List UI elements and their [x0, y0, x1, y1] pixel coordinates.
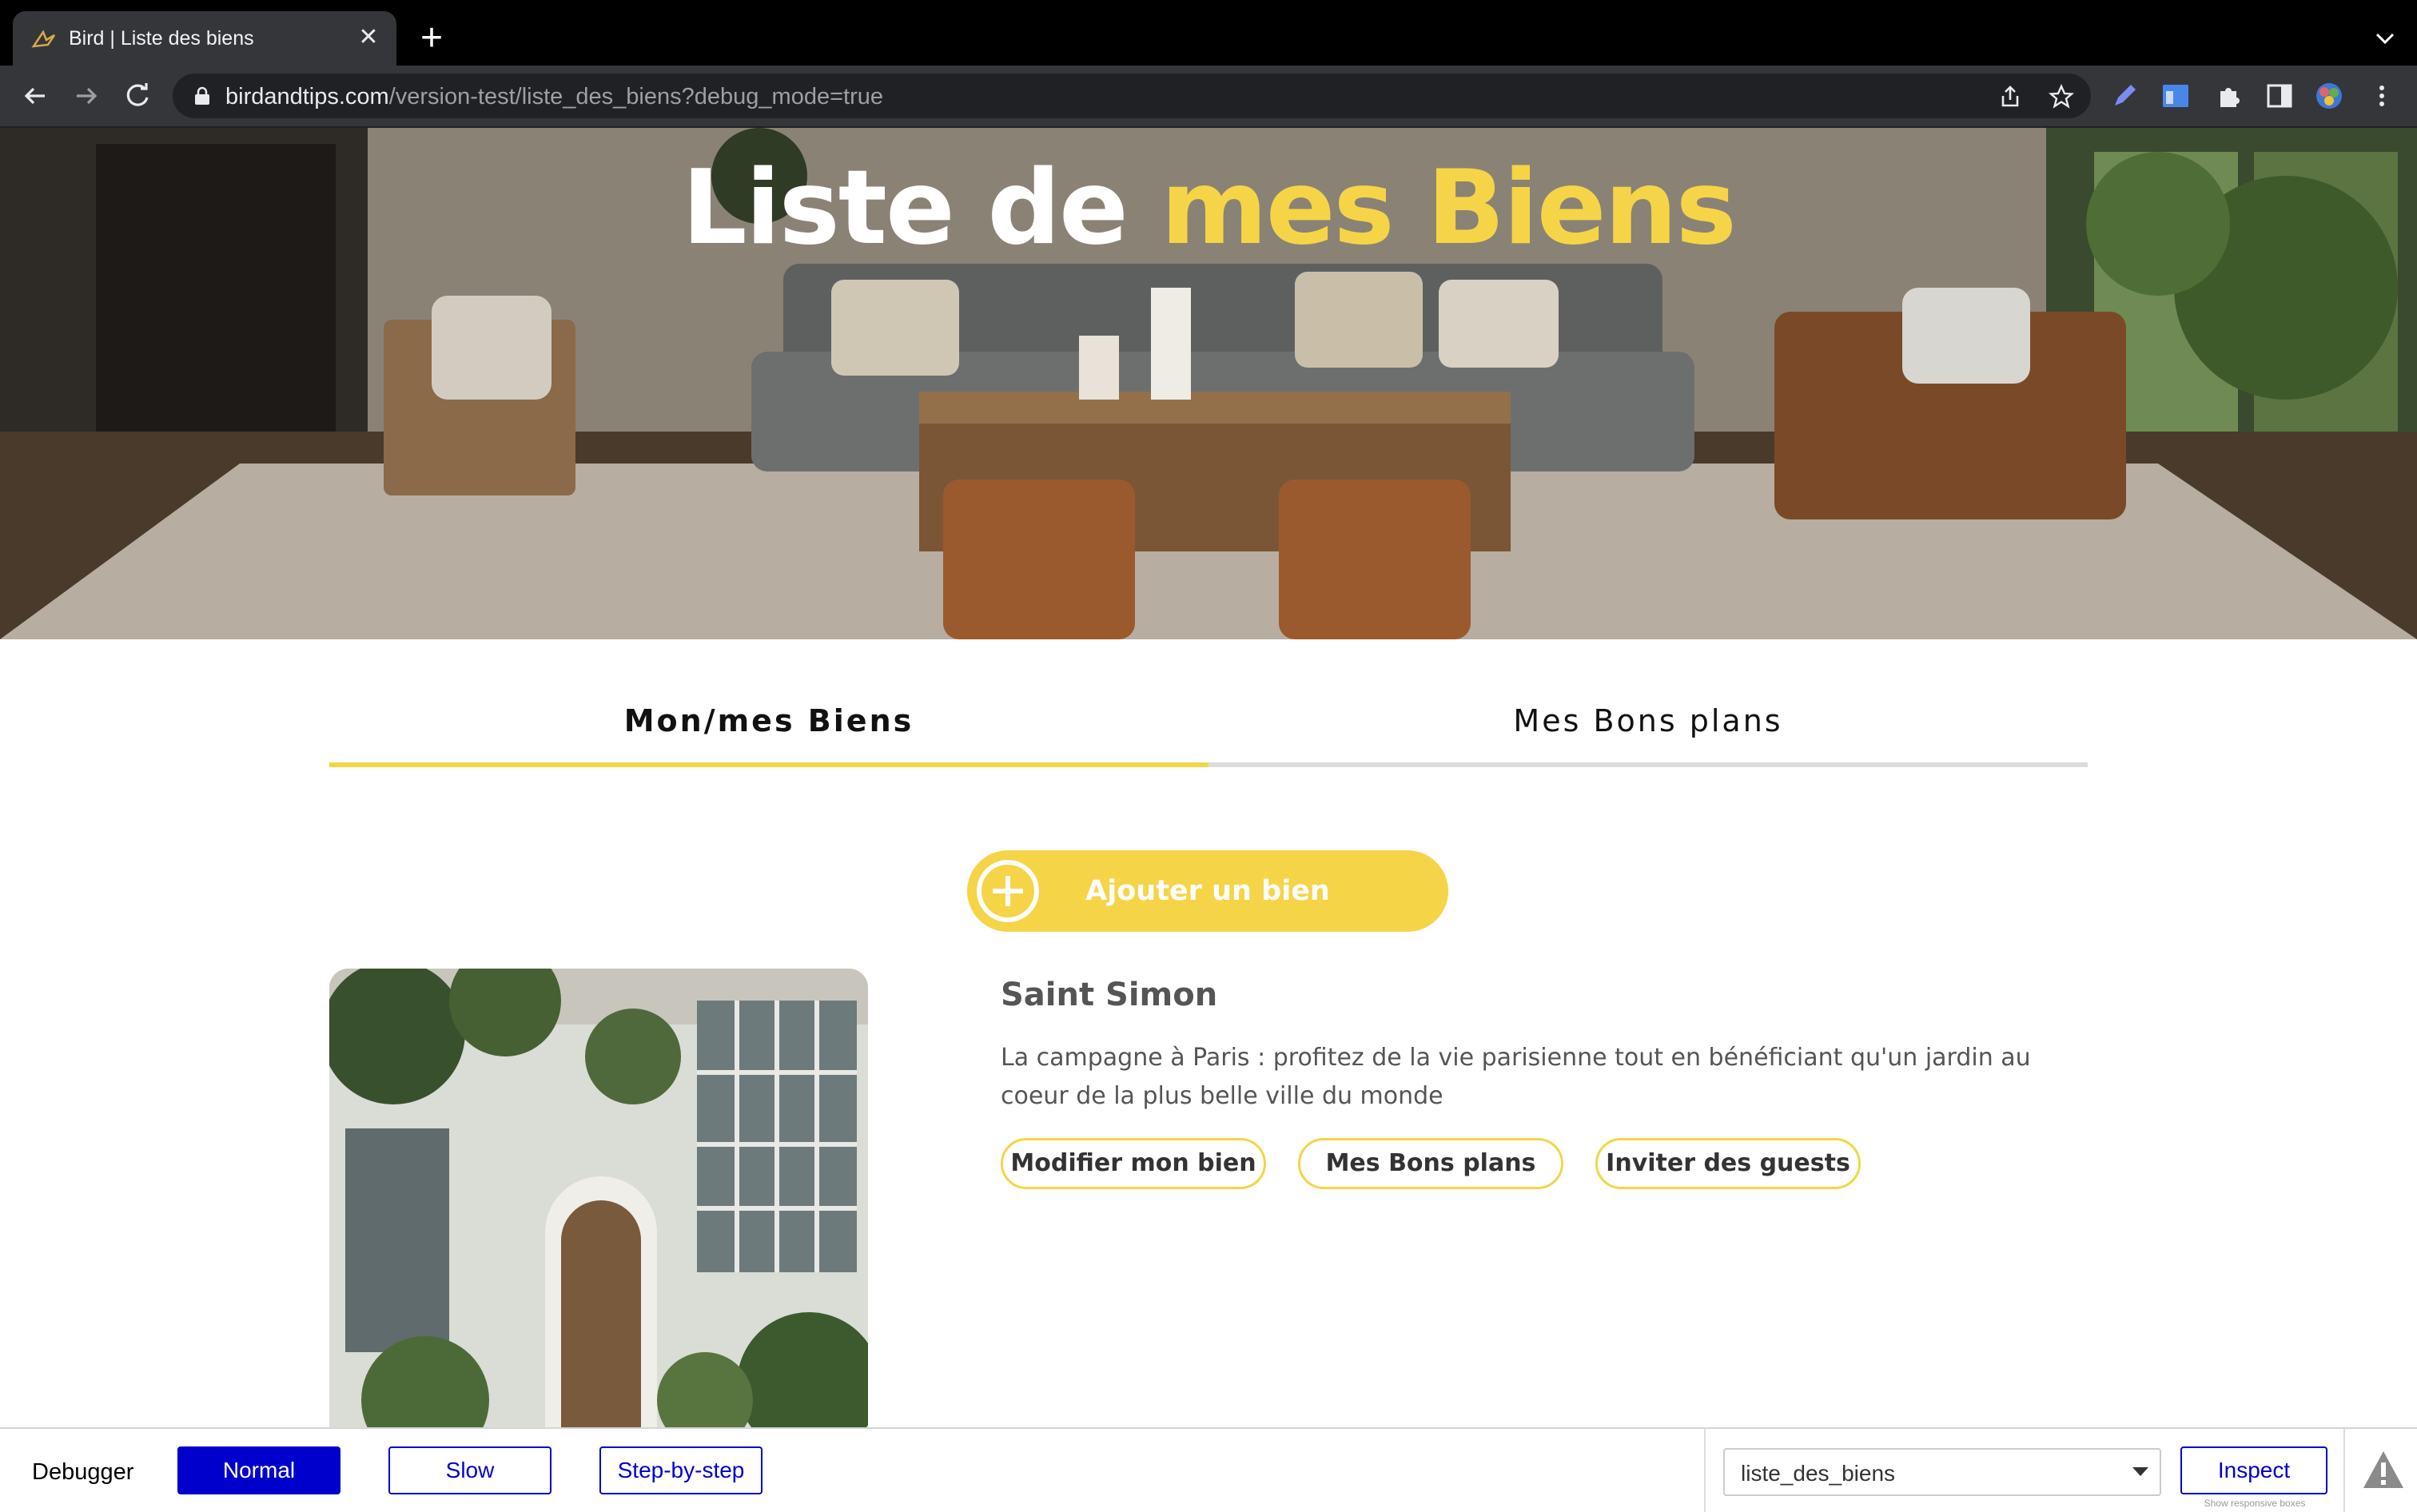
- warning-icon[interactable]: [2361, 1448, 2406, 1491]
- debugger-divider: [1704, 1429, 1706, 1512]
- tab-title: Bird | Liste des biens: [69, 27, 254, 50]
- property-bons-plans-button[interactable]: Mes Bons plans: [1298, 1138, 1563, 1189]
- more-menu-icon[interactable]: [2367, 82, 2396, 110]
- debug-mode-normal-button[interactable]: Normal: [177, 1446, 340, 1494]
- property-photo: [329, 969, 868, 1432]
- edit-property-button[interactable]: Modifier mon bien: [1001, 1138, 1266, 1189]
- tab-bons-plans-label: Mes Bons plans: [1513, 703, 1783, 738]
- bookmark-star-icon[interactable]: [2048, 83, 2075, 110]
- browser-tab-strip: Bird | Liste des biens ✕ +: [0, 0, 2417, 66]
- profile-avatar-icon[interactable]: [2315, 82, 2343, 110]
- debugger-bar: Debugger Normal Slow Step-by-step liste_…: [0, 1427, 2417, 1512]
- puzzle-extensions-icon[interactable]: [2214, 82, 2243, 110]
- tab-mes-biens[interactable]: Mon/mes Biens: [329, 703, 1208, 767]
- building-facade-photo: [329, 969, 868, 1432]
- url-text: birdandtips.com/version-test/liste_des_b…: [225, 84, 883, 110]
- invite-guests-button[interactable]: Inviter des guests: [1595, 1138, 1861, 1189]
- reload-icon[interactable]: [120, 78, 155, 113]
- caret-down-icon: [2132, 1467, 2148, 1476]
- page-select-value: liste_des_biens: [1741, 1461, 1896, 1486]
- debugger-label: Debugger: [32, 1459, 134, 1485]
- side-panel-icon[interactable]: [2265, 82, 2294, 110]
- layout-extension-icon[interactable]: [2161, 82, 2190, 110]
- debugger-divider-right: [2343, 1429, 2345, 1512]
- chevron-down-icon[interactable]: [2371, 24, 2399, 53]
- pen-extension-icon[interactable]: [2110, 82, 2139, 110]
- browser-toolbar: birdandtips.com/version-test/liste_des_b…: [0, 66, 2417, 128]
- add-property-button[interactable]: Ajouter un bien: [967, 850, 1448, 932]
- tab-mes-biens-label: Mon/mes Biens: [623, 703, 914, 738]
- url-path: /version-test/liste_des_biens?debug_mode…: [388, 84, 883, 109]
- tab-bons-plans[interactable]: Mes Bons plans: [1208, 703, 2088, 767]
- property-description: La campagne à Paris : profitez de la vie…: [1001, 1044, 2031, 1110]
- page-title: Liste de mes Biens: [0, 149, 2417, 268]
- hero-banner: Liste de mes Biens: [0, 128, 2417, 639]
- new-tab-icon[interactable]: +: [412, 19, 451, 59]
- page-title-main: Liste de: [682, 149, 1129, 268]
- debug-mode-slow-button[interactable]: Slow: [388, 1446, 551, 1494]
- url-host: birdandtips.com: [225, 84, 389, 109]
- add-property-label: Ajouter un bien: [1085, 875, 1330, 907]
- bird-logo-icon: [31, 30, 56, 48]
- address-bar[interactable]: birdandtips.com/version-test/liste_des_b…: [173, 74, 2091, 118]
- tab-active-underline: [329, 762, 1208, 767]
- responsive-boxes-hint[interactable]: Show responsive boxes: [2171, 1498, 2339, 1509]
- back-arrow-icon[interactable]: [18, 78, 53, 113]
- lock-icon[interactable]: [193, 86, 211, 105]
- share-icon[interactable]: [1997, 83, 2024, 110]
- inspect-button[interactable]: Inspect: [2180, 1446, 2327, 1494]
- tab-inactive-underline: [1208, 762, 2088, 767]
- property-tabs: Mon/mes Biens Mes Bons plans: [329, 703, 2088, 767]
- page-title-accent: mes Biens: [1161, 149, 1736, 268]
- page-select-dropdown[interactable]: liste_des_biens: [1723, 1448, 2161, 1496]
- debug-mode-step-button[interactable]: Step-by-step: [599, 1446, 763, 1494]
- forward-arrow-icon[interactable]: [69, 78, 104, 113]
- browser-tab[interactable]: Bird | Liste des biens ✕: [13, 11, 396, 66]
- close-tab-icon[interactable]: ✕: [355, 24, 382, 51]
- property-title: Saint Simon: [1001, 977, 1218, 1013]
